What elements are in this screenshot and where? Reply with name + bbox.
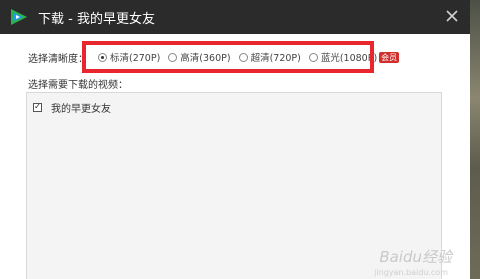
video-checkbox[interactable]: ✓ [33,102,42,112]
download-dialog: 下载 - 我的早更女友 选择清晰度： 标清(270P) 高清(360P) 超清(… [0,0,470,279]
video-select-label: 选择需要下载的视频： [28,80,128,91]
radio-360p[interactable] [168,52,178,62]
close-icon[interactable] [444,8,460,24]
vip-badge: 会员 [379,51,400,63]
resolution-option-270p[interactable]: 标清(270P) [98,50,160,64]
resolution-option-360p[interactable]: 高清(360P) [168,50,231,64]
radio-270p[interactable] [98,52,107,62]
resolution-option-720p[interactable]: 超清(720P) [238,50,301,64]
resolution-label: 选择清晰度： [28,53,88,65]
baidu-watermark: Baidu经验 [379,248,452,266]
resolution-option-label: 标清(270P) [110,53,161,64]
radio-720p[interactable] [238,52,248,62]
resolution-row: 选择清晰度： 标清(270P) 高清(360P) 超清(720P) 蓝光(108… [28,48,407,66]
resolution-option-1080p[interactable]: 蓝光(1080P) 会员 [308,50,400,64]
resolution-option-label: 超清(720P) [250,53,301,64]
baidu-watermark-url: jingyan.baidu.com [374,268,448,277]
video-title: 我的早更女友 [51,103,111,115]
resolution-option-label: 蓝光(1080P) [320,53,378,64]
dialog-content: 选择清晰度： 标清(270P) 高清(360P) 超清(720P) 蓝光(108… [0,34,470,279]
list-item[interactable]: ✓ 我的早更女友 [33,100,111,115]
title-bar: 下载 - 我的早更女友 [0,0,470,34]
radio-1080p[interactable] [308,52,318,62]
tencent-video-logo-icon [8,6,30,28]
window-title: 下载 - 我的早更女友 [38,11,155,27]
resolution-option-label: 高清(360P) [180,53,231,64]
